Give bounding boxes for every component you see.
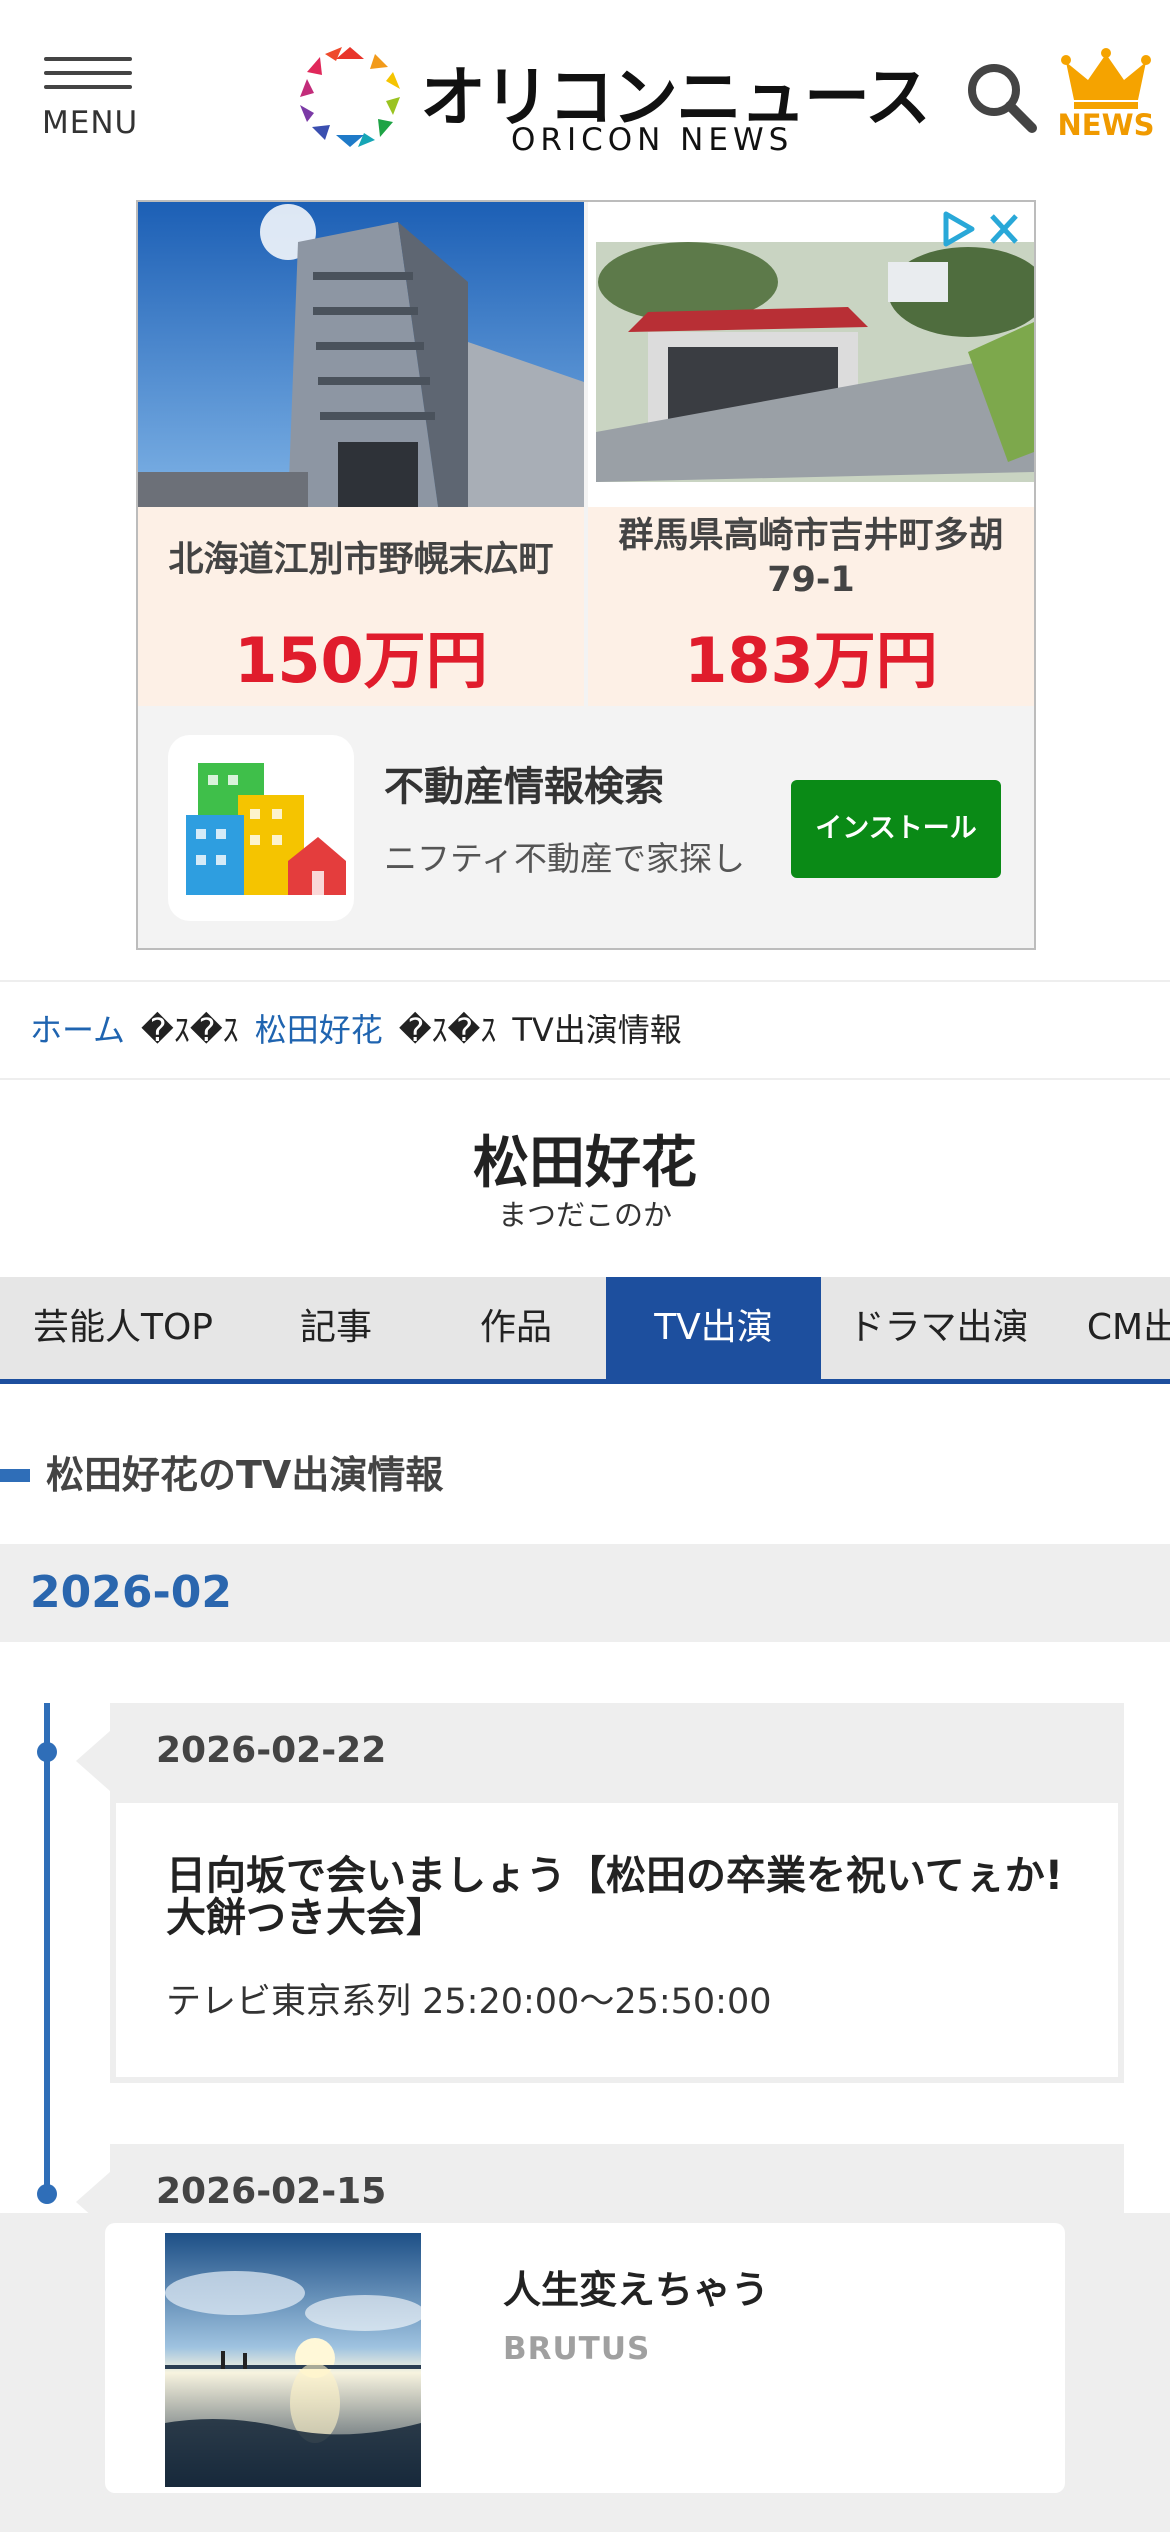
crown-icon [1061,48,1151,109]
menu-bar-icon [44,85,132,89]
search-icon [968,64,1037,133]
oricon-flower-icon [300,47,400,147]
ad-listing-card[interactable]: 群馬県高崎市吉井町多胡 79-1 183万円 [588,202,1034,706]
bottom-ad-card[interactable]: 人生変えちゃう BRUTUS [105,2223,1065,2493]
month-header: 2026-02 [0,1544,1170,1642]
entry-date: 2026-02-22 [156,1730,387,1771]
breadcrumb-separator: �ｽ�ｽ [141,1011,239,1049]
breadcrumb-separator: �ｽ�ｽ [398,1011,497,1049]
ad-address: 群馬県高崎市吉井町多胡 79-1 [618,516,1004,600]
timeline-dot [37,1742,57,1762]
ad-price: 150万円 [234,624,488,697]
ad-address: 北海道江別市野幌末広町 [168,540,554,580]
app-title: 不動産情報検索 [384,764,664,810]
timeline-dot [37,2184,57,2204]
entry-date-header: 2026-02-22 [76,1703,1124,1803]
app-icon [168,735,354,921]
breadcrumb-current: TV出演情報 [512,1011,682,1049]
site-header: MENU オリコンニュース ORICON NEWS NEWS [0,0,1170,195]
menu-label: MENU [42,105,139,141]
tab-cm[interactable]: CM出演 [1056,1277,1170,1379]
page-title-kana: まつだこのか [497,1198,672,1232]
tab-top[interactable]: 芸能人TOP [0,1277,246,1379]
adchoices-icon [943,211,975,247]
search-button[interactable] [962,58,1042,138]
program-title: 日向坂で会いましょう【松田の卒業を祝いてぇか!大餅つき大会】 [166,1853,1064,1941]
ad-choices[interactable] [934,208,1024,250]
month-label: 2026-02 [30,1567,232,1618]
logo-subtitle: ORICON NEWS [511,122,794,158]
tab-drama[interactable]: ドラマ出演 [821,1277,1056,1379]
sunset-beach-photo [165,2233,421,2487]
install-button[interactable]: インストール [791,780,1001,878]
app-description: ニフティ不動産で家探し [384,839,746,878]
ranking-news-button[interactable]: NEWS [1052,48,1160,148]
menu-bar-icon [44,57,132,61]
section-title: 松田好花のTV出演情報 [46,1453,444,1497]
page-title: 松田好花 [473,1131,697,1196]
profile-tabs: 芸能人TOP 記事 作品 TV出演 ドラマ出演 CM出演 [0,1277,1170,1384]
breadcrumb-home-link[interactable]: ホーム [30,1011,125,1049]
bottom-ad-bar: 人生変えちゃう BRUTUS [0,2213,1170,2532]
building-photo [138,202,584,507]
tab-works[interactable]: 作品 [426,1277,606,1379]
bottom-ad-subtitle: BRUTUS [503,2331,651,2367]
breadcrumb-person-link[interactable]: 松田好花 [255,1011,383,1049]
tv-entry[interactable]: 日向坂で会いましょう【松田の卒業を祝いてぇか!大餅つき大会】 テレビ東京系列 2… [110,1803,1124,2083]
bottom-ad-title: 人生変えちゃう [503,2268,770,2312]
tab-tv[interactable]: TV出演 [606,1277,821,1379]
timeline-line [44,1703,50,2203]
menu-bar-icon [44,71,132,75]
real-estate-ad[interactable]: 北海道江別市野幌末広町 150万円 群馬県高崎市吉井町多胡 79-1 183万円 [136,200,1036,950]
ad-price: 183万円 [684,624,938,697]
oricon-news-logo[interactable]: オリコンニュース ORICON NEWS [295,40,931,160]
menu-button[interactable]: MENU [42,55,137,155]
ad-listing-card[interactable]: 北海道江別市野幌末広町 150万円 [138,202,584,706]
heading-accent-bar [0,1469,30,1482]
program-channel-time: テレビ東京系列 25:20:00～25:50:00 [166,1982,772,2022]
news-label: NEWS [1057,108,1155,142]
breadcrumb: ホーム �ｽ�ｽ 松田好花 �ｽ�ｽ TV出演情報 [0,980,1170,1080]
tab-articles[interactable]: 記事 [246,1277,426,1379]
